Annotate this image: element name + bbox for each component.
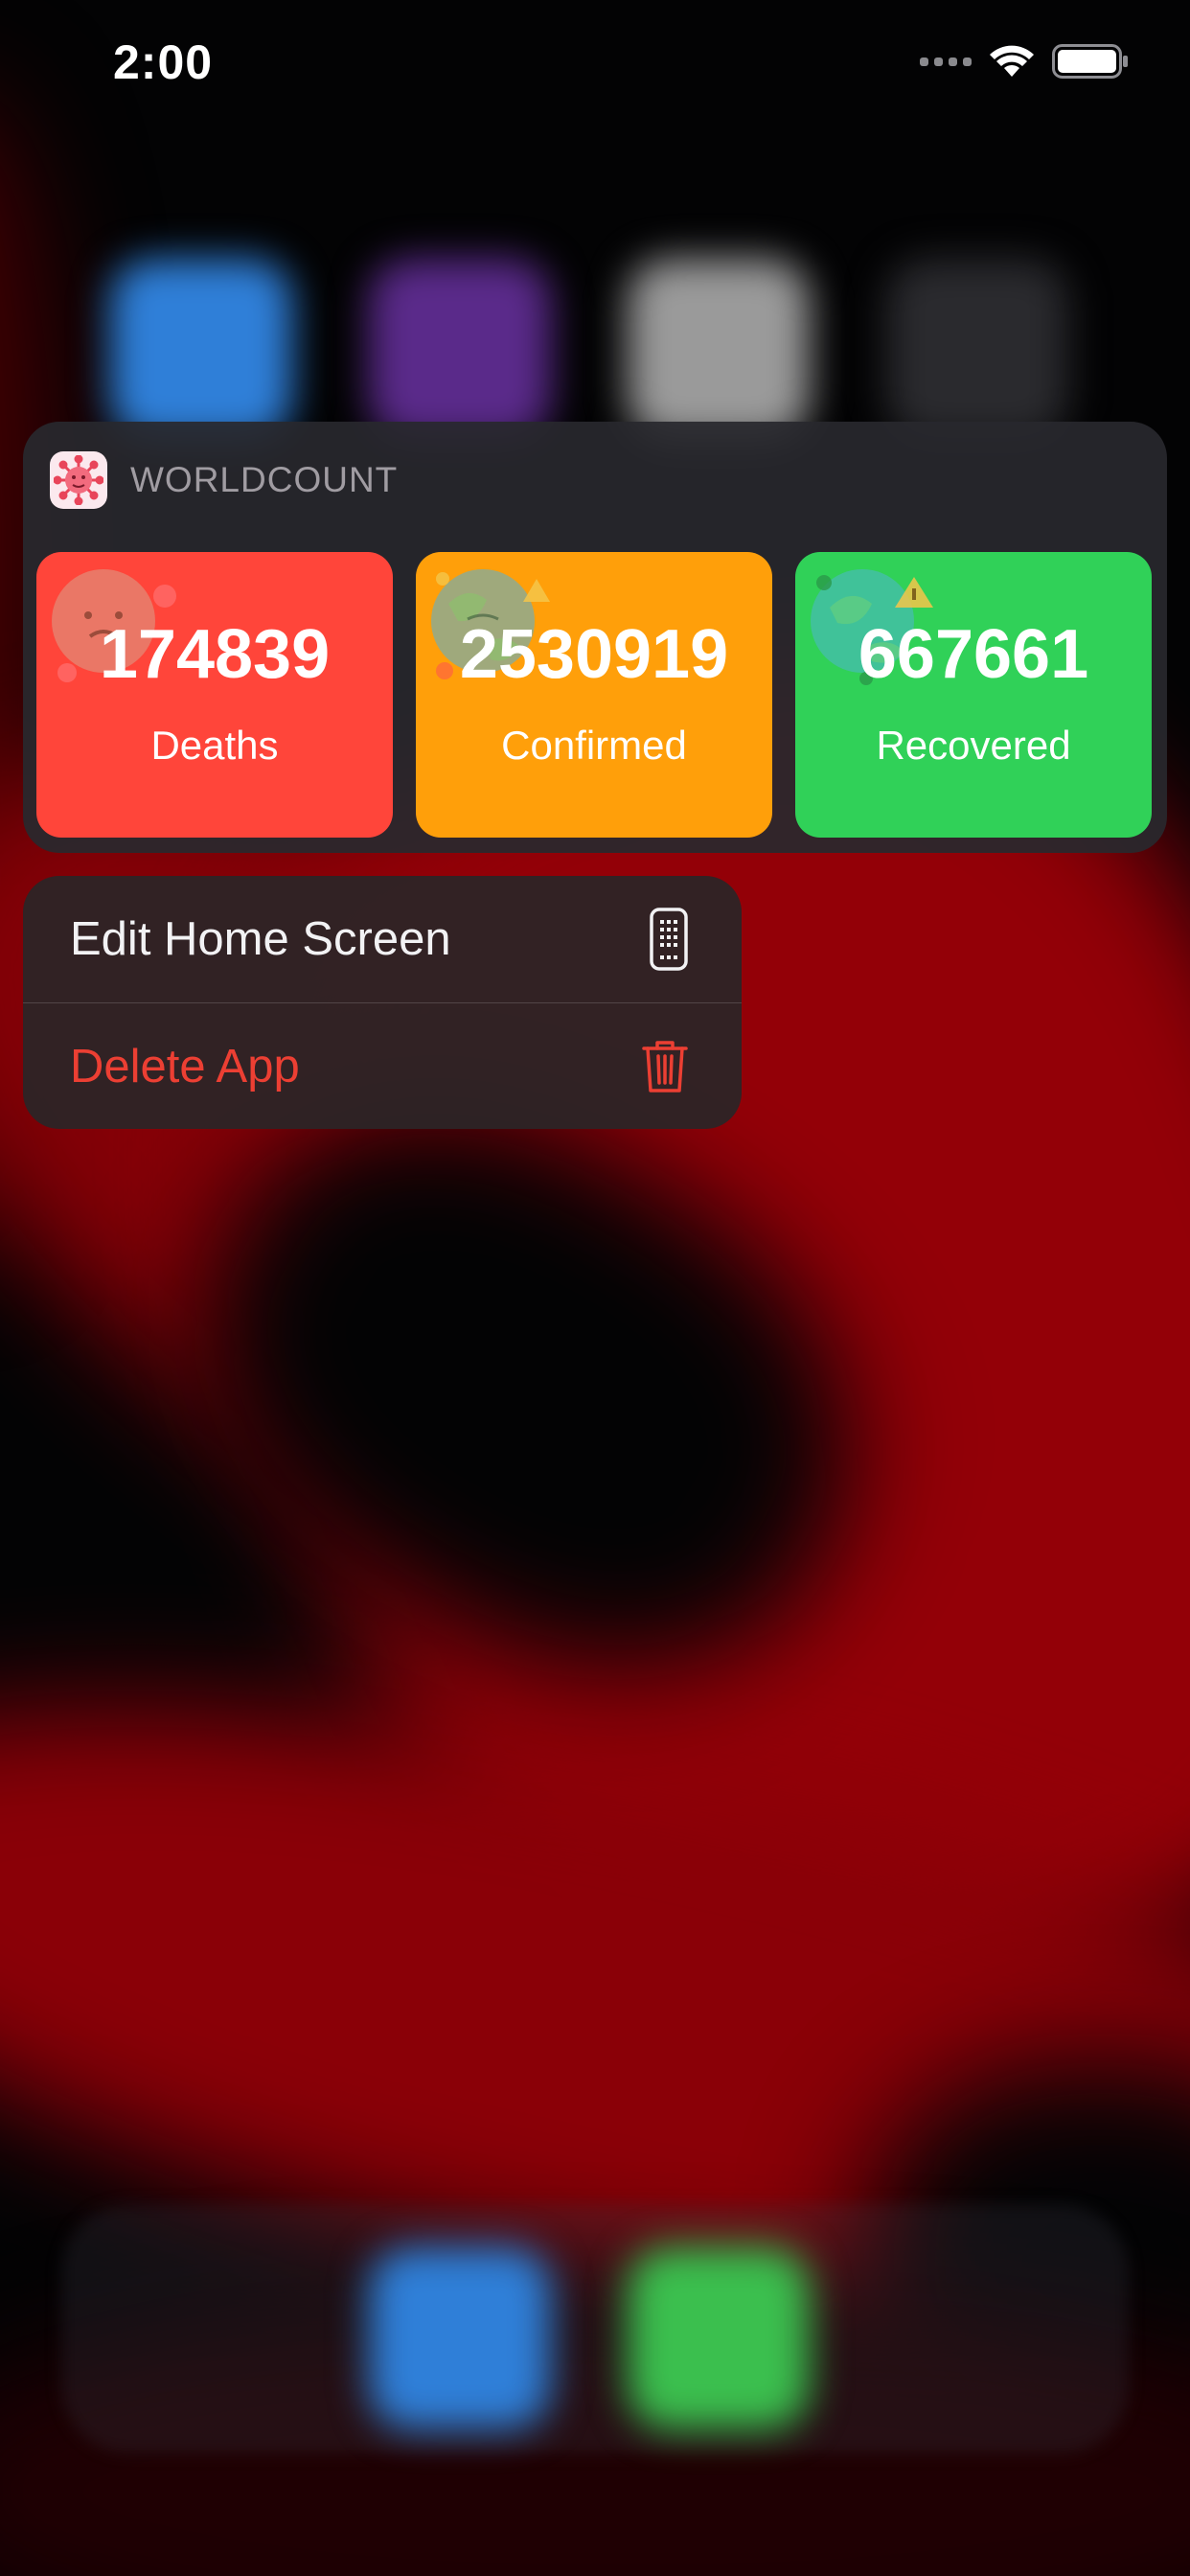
blurred-app-icon [369, 259, 551, 441]
widget-header: WORLDCOUNT [50, 450, 398, 510]
deaths-count: 174839 [99, 616, 331, 693]
blurred-app-icon [628, 259, 810, 441]
trash-icon [642, 1041, 688, 1092]
deaths-card[interactable]: 174839 Deaths [36, 552, 393, 838]
status-icons [920, 44, 1129, 79]
context-menu: Edit Home Screen Delete App [23, 876, 742, 1129]
edit-home-screen-label: Edit Home Screen [70, 913, 451, 965]
stats-cards: 174839 Deaths 2530919 Confirmed 667661 R… [36, 552, 1152, 838]
status-time: 2:00 [113, 35, 214, 89]
recovered-count: 667661 [858, 616, 1089, 693]
delete-app-button[interactable]: Delete App [23, 1003, 742, 1129]
deaths-label: Deaths [150, 723, 279, 768]
wifi-icon [990, 45, 1034, 77]
confirmed-label: Confirmed [501, 723, 687, 768]
edit-home-screen-button[interactable]: Edit Home Screen [23, 876, 742, 1002]
worldcount-widget[interactable]: WORLDCOUNT 174839 Deaths 2530919 Confirm… [23, 422, 1167, 853]
blurred-app-icon [886, 259, 1068, 441]
phone-grid-icon [650, 908, 688, 971]
blurred-dock-icon [369, 2247, 551, 2429]
recovered-label: Recovered [876, 723, 1071, 768]
virus-app-icon [50, 451, 107, 509]
blurred-app-icon [110, 259, 292, 441]
cellular-signal-icon [920, 57, 972, 66]
recovered-card[interactable]: 667661 Recovered [795, 552, 1152, 838]
confirmed-count: 2530919 [459, 616, 729, 693]
widget-app-name: WORLDCOUNT [130, 460, 399, 499]
battery-icon [1052, 44, 1128, 79]
blurred-dock-icon [628, 2247, 810, 2429]
delete-app-label: Delete App [70, 1041, 300, 1092]
confirmed-card[interactable]: 2530919 Confirmed [416, 552, 772, 838]
home-screen: 2:00 WORLDCOUNT 174839 Deaths 2530919 Co… [0, 0, 1190, 2576]
dock [61, 2204, 1129, 2453]
